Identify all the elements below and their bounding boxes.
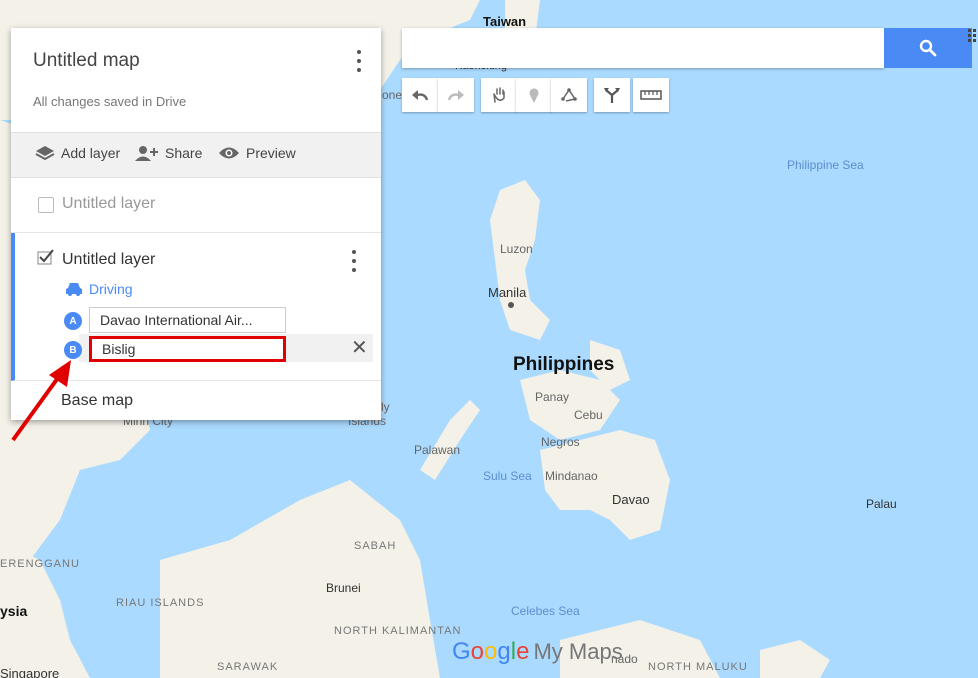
layer-name[interactable]: Untitled layer [62, 195, 155, 213]
map-label-sarawak: SARAWAK [217, 661, 279, 673]
preview-button[interactable]: Preview [218, 145, 296, 161]
add-person-icon [135, 146, 158, 161]
redo-icon [447, 90, 464, 101]
map-label-sabah: SABAH [354, 540, 397, 552]
undo-button[interactable] [402, 78, 438, 112]
marker-icon [529, 88, 539, 103]
draw-line-button[interactable] [551, 78, 587, 112]
undo-icon [412, 90, 429, 101]
map-label-north-maluku: NORTH MALUKU [648, 661, 748, 673]
map-label-mindanao: Mindanao [545, 469, 598, 483]
map-title[interactable]: Untitled map [33, 50, 140, 72]
preview-label: Preview [246, 145, 296, 161]
directions-button[interactable] [594, 78, 630, 112]
map-label-philippine-sea: Philippine Sea [787, 158, 864, 172]
map-label-luzon: Luzon [500, 242, 533, 256]
map-label-palawan: Palawan [414, 443, 461, 457]
map-label-celebes-sea: Celebes Sea [511, 604, 580, 618]
map-label-sulu-sea: Sulu Sea [483, 469, 532, 483]
layer-options-menu-icon[interactable] [344, 250, 364, 272]
add-layer-button[interactable]: Add layer [35, 145, 120, 161]
map-label-philippines: Philippines [513, 354, 615, 375]
search-button[interactable] [884, 28, 972, 68]
search-icon [919, 39, 937, 57]
travel-mode-label: Driving [89, 281, 133, 297]
directions-icon [604, 88, 620, 103]
map-label-terengganu: ERENGGANU [0, 558, 80, 570]
redo-button[interactable] [438, 78, 474, 112]
layer-name[interactable]: Untitled layer [62, 251, 155, 269]
hand-icon [493, 87, 505, 103]
map-label-negros: Negros [541, 435, 580, 449]
panel-actions: Add layer Share Preview [11, 132, 381, 178]
measure-button[interactable] [633, 78, 669, 112]
save-status: All changes saved in Drive [33, 94, 187, 109]
map-label-malaysia: ysia [0, 603, 28, 619]
map-label-palau: Palau [866, 497, 897, 511]
map-options-menu-icon[interactable] [349, 50, 369, 72]
map-label-north-kalimantan: NORTH KALIMANTAN [334, 625, 462, 637]
eye-icon [219, 147, 239, 159]
share-button[interactable]: Share [135, 145, 202, 161]
waypoint-b-input[interactable]: Bislig [89, 336, 286, 362]
select-tool-button[interactable] [481, 78, 517, 112]
map-label-taiwan: Taiwan [483, 14, 527, 29]
map-label-cebu: Cebu [574, 408, 603, 422]
layer-visibility-checkbox-checked[interactable] [37, 249, 55, 265]
layer-item: Untitled layer [11, 176, 381, 233]
share-label: Share [165, 145, 203, 161]
map-label-singapore: Singapore [0, 666, 60, 678]
search-input[interactable] [402, 28, 884, 68]
map-label-panay: Panay [535, 390, 570, 404]
ruler-icon [640, 90, 662, 100]
map-label-one: one [382, 88, 403, 102]
map-label-davao: Davao [612, 492, 650, 507]
waypoint-a-marker: A [64, 312, 82, 330]
line-icon [561, 88, 577, 102]
google-my-maps-logo: Google My Maps [452, 638, 623, 665]
add-layer-label: Add layer [61, 145, 121, 161]
map-label-manila: Manila [488, 285, 527, 300]
map-label-ly: ly [381, 400, 390, 414]
annotation-arrow-icon [11, 360, 71, 442]
logo-my-maps: My Maps [533, 639, 623, 664]
car-icon [66, 283, 82, 296]
layer-visibility-checkbox[interactable] [38, 197, 54, 213]
add-marker-button[interactable] [516, 78, 552, 112]
map-label-brunei: Brunei [326, 581, 361, 595]
apps-icon[interactable] [966, 28, 978, 42]
map-label-riau: RIAU ISLANDS [116, 597, 205, 609]
remove-waypoint-close-icon[interactable]: ✕ [351, 338, 368, 358]
layers-icon [35, 146, 55, 161]
waypoint-a-input[interactable]: Davao International Air... [89, 307, 286, 333]
travel-mode[interactable]: Driving [66, 281, 133, 297]
